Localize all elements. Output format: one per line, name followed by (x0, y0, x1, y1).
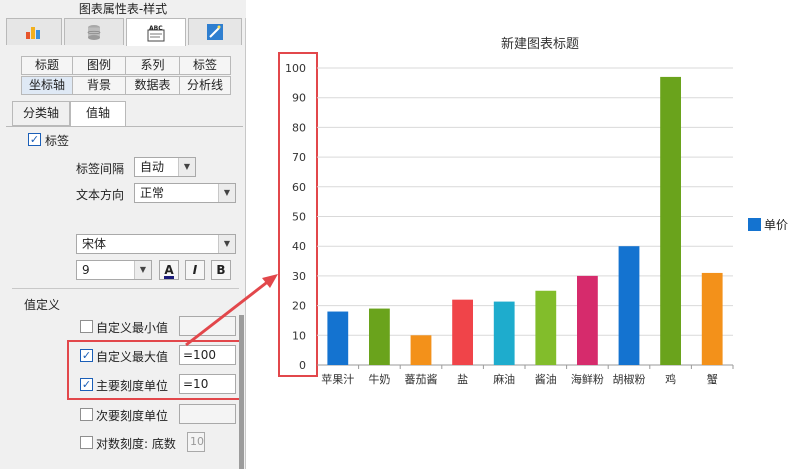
plot-area: 0 10 20 30 40 50 60 70 80 90 100 苹果汁 牛奶 蕃茄酱 盐 麻油 酱油 海鲜粉 胡椒… (285, 62, 734, 386)
x-tick-label: 盐 (457, 373, 468, 386)
bar (618, 246, 640, 365)
bar (535, 290, 557, 365)
x-tick-label: 苹果汁 (321, 372, 354, 386)
bar (327, 311, 349, 365)
y-tick-label: 30 (292, 270, 306, 283)
bar (660, 76, 681, 365)
x-tick-label: 蕃茄酱 (405, 372, 438, 386)
y-tick-label: 60 (292, 181, 306, 194)
bar (493, 301, 515, 365)
bar (452, 299, 473, 365)
bar (369, 308, 390, 365)
chart-legend: 单价 (748, 216, 788, 233)
y-tick-label: 90 (292, 92, 306, 105)
x-tick-label: 麻油 (493, 372, 515, 386)
y-tick-label: 20 (292, 300, 306, 313)
y-tick-label: 50 (292, 211, 306, 224)
x-tick-label: 酱油 (535, 372, 557, 386)
y-tick-label: 70 (292, 151, 306, 164)
annotation-arrow-line (185, 278, 271, 347)
chart-canvas: 0 10 20 30 40 50 60 70 80 90 100 苹果汁 牛奶 蕃茄酱 盐 麻油 酱油 海鲜粉 胡椒… (185, 52, 734, 386)
x-tick-label: 胡椒粉 (613, 372, 646, 386)
legend-label: 单价 (764, 218, 789, 232)
y-tick-label: 0 (299, 359, 306, 372)
chart-title: 新建图表标题 (500, 37, 579, 52)
bar (410, 335, 432, 365)
y-tick-label: 10 (292, 329, 306, 342)
legend-swatch (748, 218, 761, 231)
bar (701, 272, 723, 365)
y-tick-label: 100 (285, 62, 306, 75)
bar (577, 275, 598, 365)
y-tick-label: 80 (292, 121, 306, 134)
x-tick-label: 海鲜粉 (571, 372, 604, 386)
y-tick-label: 40 (292, 240, 306, 253)
x-tick-label: 鸡 (665, 372, 676, 386)
x-tick-label: 牛奶 (368, 372, 390, 386)
x-tick-label: 蟹 (707, 372, 718, 386)
